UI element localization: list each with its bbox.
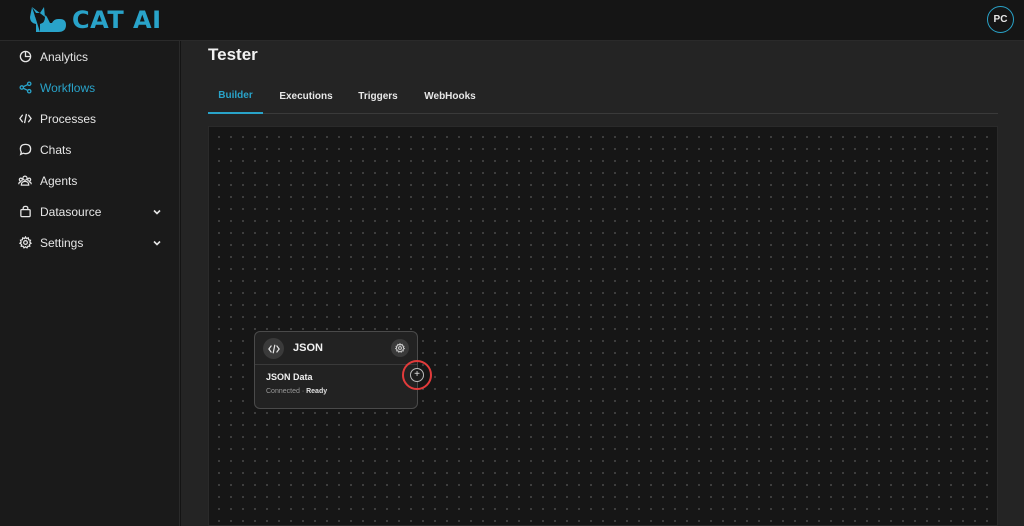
top-bar: CAT AI PC [0,0,1024,41]
user-avatar[interactable]: PC [987,6,1014,33]
code-icon [18,112,32,126]
workflow-node-json[interactable]: JSON JSON Data Connected · Ready + [254,331,432,409]
node-title: JSON [293,342,323,354]
node-subtitle: JSON Data [266,372,313,382]
node-header: JSON [255,332,417,365]
status-separator: · [301,388,305,395]
node-settings-button[interactable] [391,339,409,357]
sidebar-item-datasource[interactable]: Datasource [0,196,180,227]
users-icon [18,174,32,188]
tab-builder[interactable]: Builder [208,79,263,114]
add-node-button[interactable]: + [410,368,424,382]
workflow-canvas[interactable]: JSON JSON Data Connected · Ready + [208,126,998,526]
main-content: Tester Builder Executions Triggers WebHo… [181,41,1024,526]
node-status: Connected · Ready [266,388,327,395]
sidebar-item-analytics[interactable]: Analytics [0,41,180,72]
sidebar-item-label: Analytics [40,49,89,64]
sidebar-item-label: Settings [40,235,84,250]
sidebar-item-label: Processes [40,111,97,126]
tab-bar: Builder Executions Triggers WebHooks [208,79,998,114]
page-title: Tester [208,45,258,64]
tab-webhooks[interactable]: WebHooks [418,79,482,114]
gear-icon [18,236,32,250]
gear-icon [395,343,405,353]
sidebar-item-label: Agents [40,173,78,188]
sidebar-item-settings[interactable]: Settings [0,227,180,258]
chevron-down-icon[interactable] [152,237,162,251]
sidebar-item-chats[interactable]: Chats [0,134,180,165]
sidebar-item-agents[interactable]: Agents [0,165,180,196]
sidebar-item-label: Datasource [40,204,102,219]
sidebar-item-processes[interactable]: Processes [0,103,180,134]
share-nodes-icon [18,81,32,95]
plus-icon: + [414,369,420,380]
brand-logo[interactable]: CAT AI [28,4,162,36]
add-node-highlight: + [402,360,432,390]
cat-icon [30,7,66,32]
sidebar-item-label: Workflows [40,80,96,95]
chevron-down-icon[interactable] [152,206,162,220]
pie-chart-icon [18,50,32,64]
code-icon [263,338,284,359]
sidebar-item-label: Chats [40,142,72,157]
chat-bubble-icon [18,143,32,157]
bag-icon [18,205,32,219]
node-connection-status: Connected [266,388,300,395]
node-ready-status: Ready [306,388,328,395]
sidebar-item-workflows[interactable]: Workflows [0,72,180,103]
sidebar: Analytics Workflows Processes Chats Agen… [0,41,180,526]
brand-name: CAT AI [72,6,162,34]
tab-executions[interactable]: Executions [274,79,338,114]
tab-triggers[interactable]: Triggers [350,79,406,114]
